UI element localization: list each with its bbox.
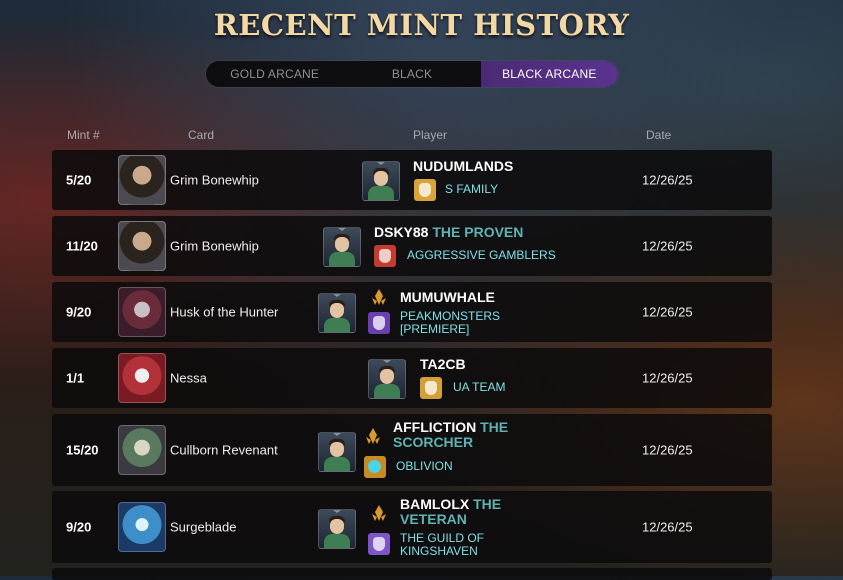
player-name[interactable]: MUMUWHALE [400, 290, 495, 305]
player-avatar [368, 359, 406, 399]
guild-name-line1: PEAKMONSTERS [400, 309, 501, 323]
guild-name[interactable]: OBLIVION [396, 460, 453, 473]
mint-number: 9/20 [66, 304, 92, 320]
table-row[interactable]: 9/20 Surgeblade BAMLOLX THE VETERAN THE G… [52, 491, 772, 563]
player-title-line2: SCORCHER [393, 434, 474, 450]
mint-date: 12/26/25 [642, 442, 693, 458]
card-name[interactable]: Surgeblade [170, 520, 237, 535]
mint-number: 11/20 [66, 238, 98, 254]
player-name[interactable]: NUDUMLANDS [413, 159, 513, 174]
mint-number: 1/1 [66, 370, 85, 386]
card-name[interactable]: Grim Bonewhip [170, 239, 259, 254]
player-name[interactable]: TA2CB [420, 357, 466, 372]
mint-date: 12/26/25 [642, 519, 693, 535]
guild-name[interactable]: PEAKMONSTERS [PREMIERE] [400, 310, 500, 336]
guild-crest-icon [364, 456, 386, 478]
table-row[interactable]: 5/20 Grim Bonewhip NUDUMLANDS S FAMILY 1… [52, 150, 772, 210]
player-avatar [318, 509, 356, 549]
table-row-partial [52, 568, 772, 580]
player-name-line: AFFLICTION THE SCORCHER [393, 420, 508, 450]
guild-crest-icon [368, 533, 390, 555]
rank-icon [372, 289, 386, 305]
guild-crest-icon [420, 377, 442, 399]
guild-crest-icon [368, 312, 390, 334]
player-name-line: BAMLOLX THE VETERAN [400, 497, 501, 527]
guild-name[interactable]: AGGRESSIVE GAMBLERS [407, 249, 556, 262]
player-avatar [318, 432, 356, 472]
mint-number: 5/20 [66, 172, 92, 188]
header-date: Date [646, 128, 672, 142]
player-name[interactable]: DSKY88 [374, 224, 428, 240]
card-image [118, 221, 166, 271]
player-avatar [323, 227, 361, 267]
card-image [118, 155, 166, 205]
card-name[interactable]: Grim Bonewhip [170, 173, 259, 188]
mint-date: 12/26/25 [642, 304, 693, 320]
player-name[interactable]: BAMLOLX [400, 496, 469, 512]
guild-name[interactable]: S FAMILY [445, 183, 498, 196]
guild-crest-icon [374, 245, 396, 267]
player-title-line1: THE [480, 419, 509, 435]
tab-black[interactable]: BLACK [343, 61, 480, 87]
card-image [118, 353, 166, 403]
player-avatar [318, 293, 356, 333]
player-name[interactable]: AFFLICTION [393, 419, 476, 435]
card-name[interactable]: Husk of the Hunter [170, 305, 278, 320]
header-card: Card [188, 128, 215, 142]
card-image [118, 425, 166, 475]
header-player: Player [413, 128, 448, 142]
player-title: THE PROVEN [432, 224, 524, 240]
table-row[interactable]: 9/20 Husk of the Hunter MUMUWHALE PEAKMO… [52, 282, 772, 342]
player-name-line: DSKY88 THE PROVEN [374, 225, 523, 240]
player-title-line2: VETERAN [400, 511, 467, 527]
table-row[interactable]: 15/20 Cullborn Revenant AFFLICTION THE SC… [52, 414, 772, 486]
mint-date: 12/26/25 [642, 172, 693, 188]
tab-black-arcane[interactable]: BLACK ARCANE [480, 61, 618, 87]
table-row[interactable]: 11/20 Grim Bonewhip DSKY88 THE PROVEN AG… [52, 216, 772, 276]
guild-name[interactable]: THE GUILD OF KINGSHAVEN [400, 532, 484, 558]
card-name[interactable]: Nessa [170, 371, 207, 386]
player-avatar [362, 161, 400, 201]
card-image [118, 287, 166, 337]
card-name[interactable]: Cullborn Revenant [170, 443, 278, 458]
mint-date: 12/26/25 [642, 370, 693, 386]
rank-icon [372, 505, 386, 521]
tab-gold-arcane[interactable]: GOLD ARCANE [206, 61, 343, 87]
guild-name-line2: [PREMIERE] [400, 322, 470, 336]
page-title: RECENT MINT HISTORY [213, 8, 630, 42]
table-row[interactable]: 1/1 Nessa TA2CB UA TEAM 12/26/25 [52, 348, 772, 408]
rank-icon [366, 428, 380, 444]
rarity-tabs: GOLD ARCANE BLACK BLACK ARCANE [206, 61, 618, 87]
mint-date: 12/26/25 [642, 238, 693, 254]
mint-number: 9/20 [66, 519, 92, 535]
guild-name[interactable]: UA TEAM [453, 381, 505, 394]
guild-crest-icon [414, 179, 436, 201]
card-image [118, 502, 166, 552]
mint-number: 15/20 [66, 442, 99, 458]
player-title-line1: THE [473, 496, 502, 512]
guild-name-line1: THE GUILD OF [400, 531, 485, 545]
guild-name-line2: KINGSHAVEN [400, 544, 478, 558]
header-mint: Mint # [67, 128, 100, 142]
